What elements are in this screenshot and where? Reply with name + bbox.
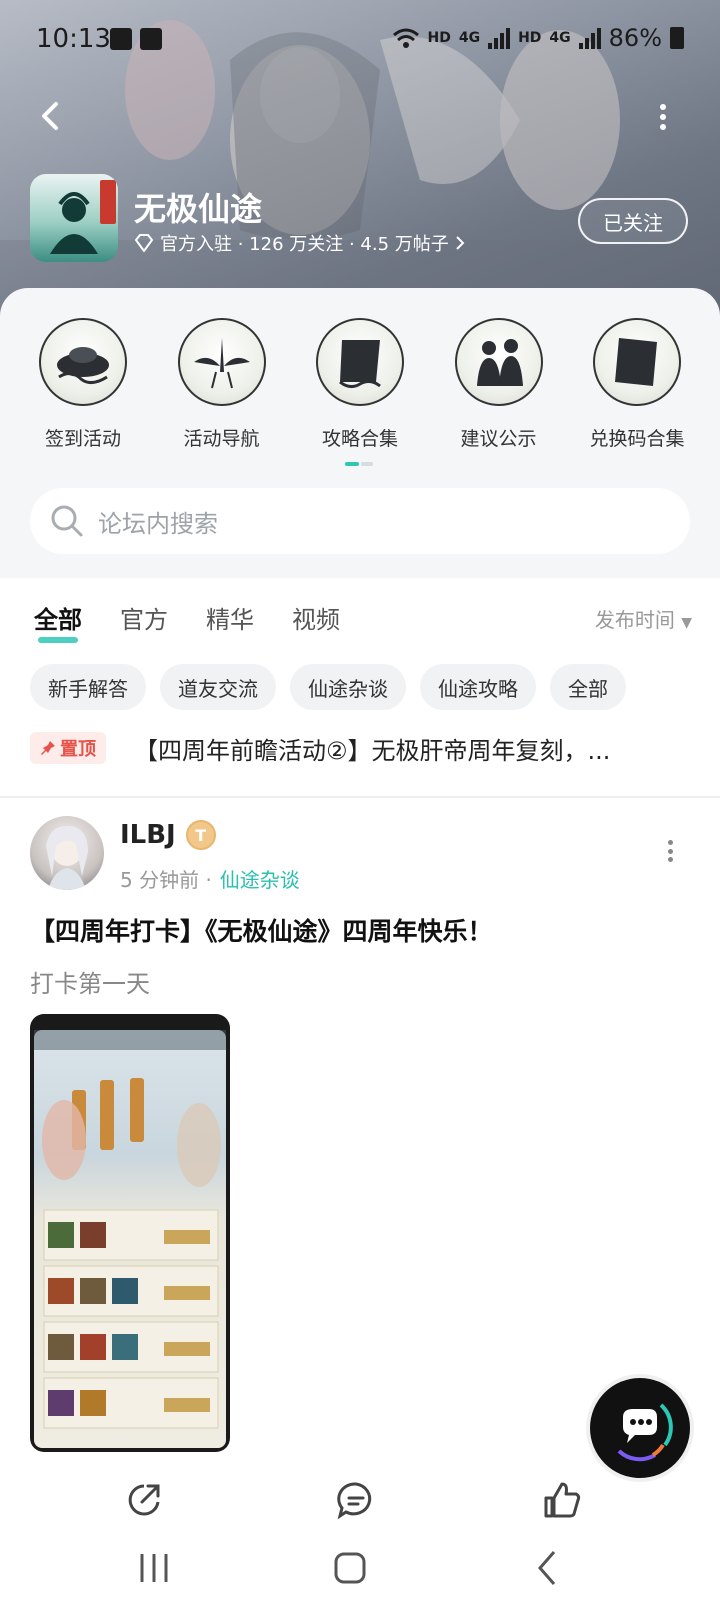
sort-label: 发布时间 bbox=[594, 608, 675, 632]
system-nav-bar bbox=[0, 1534, 720, 1605]
search-input[interactable]: 论坛内搜索 bbox=[30, 488, 690, 554]
follow-button[interactable]: 已关注 bbox=[578, 198, 688, 244]
chat-bubble-icon bbox=[617, 1403, 673, 1462]
tab-official[interactable]: 官方 bbox=[120, 600, 168, 635]
gift-shop-illustration bbox=[34, 1030, 226, 1429]
system-back-icon[interactable] bbox=[528, 1548, 568, 1588]
nav-label: 签到活动 bbox=[44, 428, 121, 450]
game-logo-icon bbox=[50, 180, 116, 254]
post-author[interactable]: ILBJ T bbox=[120, 820, 216, 850]
nav-item-guides[interactable]: 攻略合集 bbox=[305, 318, 415, 451]
like-icon[interactable] bbox=[542, 1480, 582, 1520]
nav-item-checkin[interactable]: 签到活动 bbox=[28, 318, 138, 451]
battery-percent: 86% bbox=[608, 24, 662, 52]
post-topic[interactable]: 仙途杂谈 bbox=[220, 864, 300, 893]
pinned-post-title: 【四周年前瞻活动②】无极肝帝周年复刻，... bbox=[134, 736, 611, 765]
post-action-bar bbox=[0, 1480, 720, 1530]
moon-book-icon bbox=[593, 318, 681, 406]
status-time: 10:13 bbox=[36, 24, 111, 54]
avatar[interactable] bbox=[30, 816, 104, 890]
nav-label: 活动导航 bbox=[183, 428, 260, 450]
divider bbox=[0, 796, 720, 798]
level-badge-icon: T bbox=[185, 820, 216, 850]
post-meta: 5 分钟前 · 仙途杂谈 bbox=[120, 864, 300, 893]
chip-strategy[interactable]: 仙途攻略 bbox=[420, 664, 536, 710]
more-options-icon[interactable] bbox=[658, 104, 668, 130]
post-title[interactable]: 【四周年打卡】《无极仙途》四周年快乐！ bbox=[30, 912, 493, 948]
nav-item-redeem-codes[interactable]: 兑换码合集 bbox=[582, 318, 692, 451]
signal-icon-2 bbox=[578, 27, 601, 49]
check-icon bbox=[140, 28, 162, 50]
signal-icon-1 bbox=[488, 27, 511, 49]
wifi-icon bbox=[392, 28, 419, 48]
notification-icons bbox=[110, 28, 162, 50]
search-placeholder: 论坛内搜索 bbox=[98, 509, 218, 538]
chip-newbie[interactable]: 新手解答 bbox=[30, 664, 146, 710]
chip-chat[interactable]: 仙途杂谈 bbox=[290, 664, 406, 710]
chat-fab-button[interactable] bbox=[590, 1378, 690, 1478]
4g-label-2: 4G bbox=[549, 30, 571, 46]
hd-label-2: HD bbox=[518, 30, 542, 46]
pinned-post[interactable]: 置顶 【四周年前瞻活动②】无极肝帝周年复刻，... bbox=[30, 720, 690, 776]
post-tabs: 全部 官方 精华 视频 bbox=[34, 600, 340, 643]
tab-all[interactable]: 全部 bbox=[34, 600, 82, 643]
tab-video[interactable]: 视频 bbox=[292, 600, 340, 635]
comment-icon[interactable] bbox=[336, 1480, 376, 1520]
back-arrow-icon[interactable] bbox=[36, 100, 68, 132]
share-icon[interactable] bbox=[124, 1480, 164, 1520]
pinned-badge: 置顶 bbox=[30, 732, 106, 764]
forum-title: 无极仙途 bbox=[134, 190, 263, 228]
avatar-image bbox=[46, 825, 88, 890]
post-time: 5 分钟前 · bbox=[120, 868, 212, 892]
4g-label-1: 4G bbox=[458, 30, 481, 46]
chip-exchange[interactable]: 道友交流 bbox=[160, 664, 276, 710]
username: ILBJ bbox=[120, 820, 176, 850]
search-icon bbox=[51, 505, 83, 537]
forum-meta[interactable]: 官方入驻 · 126 万关注 · 4.5 万帖子 bbox=[134, 230, 465, 256]
pinned-badge-label: 置顶 bbox=[60, 739, 96, 760]
figures-icon bbox=[454, 318, 543, 406]
post-image[interactable] bbox=[30, 1014, 230, 1452]
forum-meta-text: 官方入驻 · 126 万关注 · 4.5 万帖子 bbox=[160, 234, 449, 255]
nav-item-activity-guide[interactable]: 活动导航 bbox=[167, 318, 277, 451]
scroll-icon bbox=[316, 318, 404, 406]
post-more-icon[interactable] bbox=[668, 840, 676, 862]
nav-label: 兑换码合集 bbox=[589, 428, 685, 450]
nav-label: 建议公示 bbox=[460, 428, 537, 450]
sort-dropdown[interactable]: 发布时间 ▼ bbox=[595, 604, 692, 633]
crane-icon bbox=[177, 318, 266, 406]
status-right: HD 4G HD 4G 86% bbox=[392, 24, 684, 52]
nav-item-suggestions[interactable]: 建议公示 bbox=[444, 318, 554, 451]
status-bar: 10:13 HD 4G HD 4G 86% bbox=[0, 0, 720, 80]
gallery-icon bbox=[110, 28, 132, 50]
post-body: 打卡第一天 bbox=[30, 970, 150, 998]
forum-app-icon bbox=[30, 174, 118, 262]
forum-banner: 10:13 HD 4G HD 4G 86% 无极仙途 官方入驻 · 126 万关… bbox=[0, 0, 720, 320]
chip-all[interactable]: 全部 bbox=[550, 664, 626, 710]
tab-featured[interactable]: 精华 bbox=[206, 600, 254, 635]
diamond-icon bbox=[134, 234, 154, 252]
caret-down-icon: ▼ bbox=[681, 615, 692, 631]
page-indicator bbox=[345, 462, 373, 466]
category-chips: 新手解答 道友交流 仙途杂谈 仙途攻略 全部 bbox=[30, 664, 626, 710]
home-icon[interactable] bbox=[330, 1548, 370, 1588]
hd-label-1: HD bbox=[427, 30, 451, 46]
battery-icon bbox=[670, 27, 684, 49]
nav-label: 攻略合集 bbox=[321, 428, 398, 450]
ingot-icon bbox=[39, 318, 127, 406]
recent-apps-icon[interactable] bbox=[134, 1548, 174, 1588]
pin-icon bbox=[41, 741, 55, 755]
quick-nav-panel: 签到活动 活动导航 攻略合集 建议公示 兑换码合集 论坛内搜索 bbox=[0, 288, 720, 578]
game-screenshot-thumbnail bbox=[34, 1030, 226, 1448]
quick-nav-row: 签到活动 活动导航 攻略合集 建议公示 兑换码合集 bbox=[0, 318, 720, 451]
chevron-right-icon bbox=[456, 236, 465, 250]
